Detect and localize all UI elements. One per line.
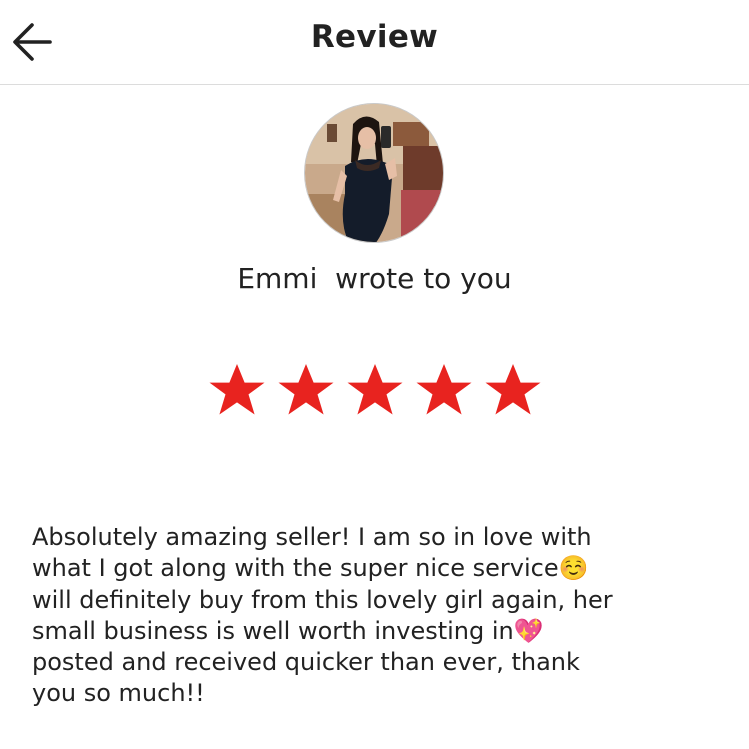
reviewer-name: Emmi [237,262,318,295]
page-title: Review [310,19,439,55]
review-line: what I got along with the super nice ser… [32,554,589,583]
review-line: posted and received quicker than ever, t… [32,648,580,677]
top-bar: Review [0,0,749,85]
review-line: small business is well worth investing i… [32,616,544,645]
star-icon [416,364,472,415]
wrote-to-you-text: wrote to you [335,262,512,295]
avatar [304,103,444,243]
star-rating [207,361,543,421]
reviewer-line: Emmi wrote to you [0,262,749,295]
star-icon [209,364,265,415]
profile-photo [305,104,443,242]
review-text: Absolutely amazing seller! I am so in lo… [32,522,722,710]
review-line: you so much!! [32,679,205,708]
review-line: Absolutely amazing seller! I am so in lo… [32,523,592,551]
review-line: will definitely buy from this lovely gir… [32,585,613,614]
star-icon [347,364,403,415]
star-icon [485,364,541,415]
star-icon [278,364,334,415]
